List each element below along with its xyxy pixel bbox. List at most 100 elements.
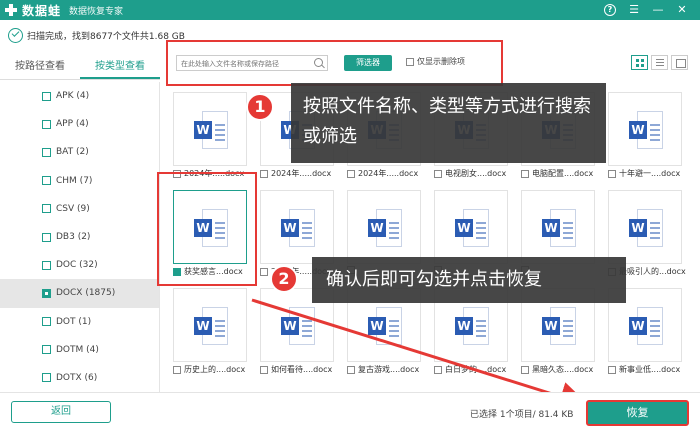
sidebar-item-label: DOC (32)	[56, 260, 98, 271]
word-doc-icon: W	[194, 307, 228, 345]
window-controls: ? ☰ — ✕	[604, 4, 688, 16]
sidebar-item-label: DOTM (4)	[56, 344, 99, 355]
sidebar-item-label: APP (4)	[56, 119, 89, 130]
file-checkbox[interactable]	[521, 365, 529, 374]
back-button[interactable]: 返回	[11, 401, 111, 423]
list-view-icon[interactable]	[651, 55, 668, 70]
sidebar-item-label: BAT (2)	[56, 147, 89, 158]
view-mode-toggles	[631, 55, 688, 70]
sidebar-item-chm[interactable]: CHM (7)	[0, 167, 159, 195]
checkbox[interactable]	[42, 176, 51, 186]
grid-view-icon[interactable]	[631, 55, 648, 70]
file-checkbox[interactable]	[608, 365, 616, 374]
word-doc-icon: W	[629, 111, 663, 149]
word-doc-icon: W	[368, 307, 402, 345]
sidebar-item-apk[interactable]: APK (4)	[0, 82, 159, 110]
word-doc-icon: W	[368, 209, 402, 247]
search-icon[interactable]	[314, 58, 323, 67]
app-name: 数据蛙	[22, 3, 62, 18]
file-checkbox[interactable]	[260, 267, 268, 276]
file-caption: 新事业低....docx	[608, 364, 686, 375]
selected-file-highlight	[157, 172, 257, 286]
file-checkbox[interactable]	[608, 169, 616, 178]
check-circle-icon	[8, 27, 23, 43]
word-doc-icon: W	[281, 209, 315, 247]
file-caption: 2024年.....docx	[347, 168, 425, 179]
sidebar-item-app[interactable]: APP (4)	[0, 110, 159, 138]
file-caption: 电脑配置....docx	[521, 168, 599, 179]
tab-by-path[interactable]: 按路径查看	[0, 56, 80, 79]
file-checkbox[interactable]	[434, 365, 442, 374]
file-caption: 如何看待....docx	[260, 364, 338, 375]
sidebar-item-docx[interactable]: DOCX (1875)	[0, 279, 159, 308]
sidebar-item-dotm[interactable]: DOTM (4)	[0, 336, 159, 364]
checkbox[interactable]	[42, 260, 51, 270]
help-icon[interactable]: ?	[604, 4, 616, 16]
file-name: 新事业低....docx	[619, 365, 681, 374]
checkbox[interactable]	[42, 119, 51, 129]
file-name: 黑暗久态....docx	[532, 365, 594, 374]
step1-badge: 1	[246, 93, 274, 121]
file-thumbnail[interactable]: W	[608, 190, 682, 264]
checkbox[interactable]	[42, 147, 51, 157]
file-checkbox[interactable]	[260, 169, 268, 178]
file-thumbnail[interactable]: W	[173, 288, 247, 362]
tab-by-type[interactable]: 按类型查看	[80, 56, 160, 79]
checkbox[interactable]	[42, 288, 51, 298]
file-name: 十年避一....docx	[619, 169, 681, 178]
file-name: 复古游戏....docx	[358, 365, 420, 374]
file-caption: 十年避一....docx	[608, 168, 686, 179]
file-checkbox[interactable]	[347, 169, 355, 178]
sidebar-item-doc[interactable]: DOC (32)	[0, 251, 159, 279]
file-caption: 历史上的....docx	[173, 364, 251, 375]
file-type-sidebar: APK (4) APP (4) BAT (2) CHM (7) CSV (9) …	[0, 82, 160, 392]
sidebar-item-db3[interactable]: DB3 (2)	[0, 223, 159, 251]
step2-callout: 确认后即可勾选并点击恢复	[312, 257, 626, 303]
filter-button[interactable]: 筛选器	[344, 55, 392, 71]
checkbox[interactable]	[42, 373, 51, 383]
sidebar-item-label: DOTX (6)	[56, 372, 98, 383]
word-doc-icon: W	[194, 111, 228, 149]
app-logo: 数据蛙 数据恢复专家	[4, 2, 123, 19]
file-checkbox[interactable]	[434, 169, 442, 178]
file-thumbnail[interactable]: W	[347, 190, 421, 264]
file-thumbnail[interactable]: W	[608, 92, 682, 166]
detail-view-icon[interactable]	[671, 55, 688, 70]
search-input[interactable]	[177, 57, 309, 71]
file-caption: 白日梦的....docx	[434, 364, 512, 375]
file-thumbnail[interactable]: W	[173, 92, 247, 166]
menu-icon[interactable]: ☰	[628, 4, 640, 16]
deleted-only-toggle[interactable]: 仅显示删除项	[406, 56, 465, 67]
minimize-icon[interactable]: —	[652, 4, 664, 16]
word-doc-icon: W	[629, 209, 663, 247]
plus-logo-icon	[4, 3, 18, 17]
checkbox[interactable]	[406, 57, 414, 66]
sidebar-item-label: CHM (7)	[56, 175, 93, 186]
file-card[interactable]: W 十年避一....docx	[608, 92, 682, 185]
file-thumbnail[interactable]: W	[260, 190, 334, 264]
sidebar-item-csv[interactable]: CSV (9)	[0, 195, 159, 223]
checkbox[interactable]	[42, 345, 51, 355]
close-icon[interactable]: ✕	[676, 4, 688, 16]
file-checkbox[interactable]	[173, 365, 181, 374]
file-thumbnail[interactable]: W	[521, 190, 595, 264]
footer-bar: 返回 已选择 1个项目/ 81.4 KB 恢复	[0, 392, 700, 436]
title-bar: 数据蛙 数据恢复专家 ? ☰ — ✕	[0, 0, 700, 20]
checkbox[interactable]	[42, 317, 51, 327]
sidebar-item-dot[interactable]: DOT (1)	[0, 308, 159, 336]
checkbox[interactable]	[42, 232, 51, 242]
file-checkbox[interactable]	[521, 169, 529, 178]
file-checkbox[interactable]	[347, 365, 355, 374]
file-checkbox[interactable]	[260, 365, 268, 374]
recover-button[interactable]: 恢复	[586, 400, 689, 426]
step1-callout: 按照文件名称、类型等方式进行搜索或筛选	[291, 83, 606, 163]
step2-badge: 2	[270, 265, 298, 293]
view-tabs: 按路径查看 按类型查看	[0, 56, 160, 80]
checkbox[interactable]	[42, 91, 51, 101]
file-card[interactable]: W 历史上的....docx	[173, 288, 247, 381]
sidebar-item-dotx[interactable]: DOTX (6)	[0, 364, 159, 392]
app-subtitle: 数据恢复专家	[69, 6, 124, 17]
checkbox[interactable]	[42, 204, 51, 214]
sidebar-item-bat[interactable]: BAT (2)	[0, 138, 159, 166]
file-thumbnail[interactable]: W	[434, 190, 508, 264]
